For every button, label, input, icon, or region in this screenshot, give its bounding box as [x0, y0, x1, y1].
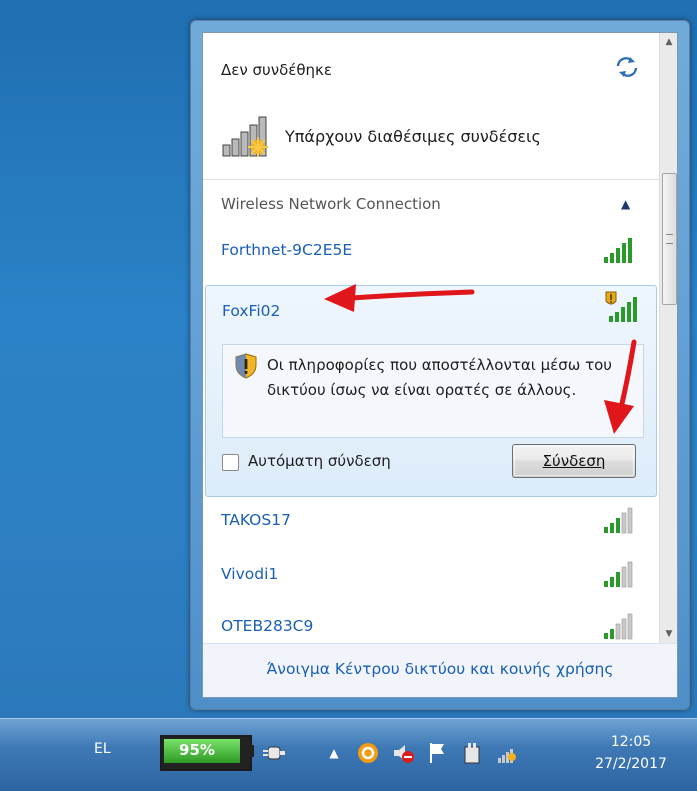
footer: Άνοιγμα Κέντρου δικτύου και κοινής χρήση…	[203, 643, 677, 697]
connect-button[interactable]: Σύνδεση	[512, 444, 636, 478]
signal-medium-icon	[604, 507, 633, 534]
refresh-icon[interactable]	[613, 55, 641, 79]
network-name: FoxFi02	[222, 302, 281, 320]
section-title: Wireless Network Connection	[221, 195, 441, 213]
network-center-link[interactable]: Άνοιγμα Κέντρου δικτύου και κοινής χρήση…	[203, 660, 677, 678]
warning-text: Οι πληροφορίες που αποστέλλονται μέσω το…	[267, 356, 612, 399]
clock-date: 27/2/2017	[595, 756, 667, 772]
scroll-up-icon[interactable]: ▲	[660, 33, 677, 51]
power-plug-icon[interactable]	[262, 741, 286, 765]
signal-medium-icon	[604, 561, 633, 588]
volume-muted-icon[interactable]	[392, 741, 416, 765]
scroll-down-icon[interactable]: ▼	[660, 625, 677, 643]
availability-text: Υπάρχουν διαθέσιμες συνδέσεις	[285, 127, 541, 146]
network-name: Forthnet-9C2E5E	[221, 241, 353, 259]
network-available-icon[interactable]	[496, 741, 520, 765]
battery-meter[interactable]: 95%	[160, 735, 254, 771]
network-item-vivodi1[interactable]: Vivodi1	[203, 553, 659, 597]
network-name: TAKOS17	[221, 511, 291, 529]
network-name: Vivodi1	[221, 565, 279, 583]
shield-warning-icon	[235, 353, 257, 379]
network-panel: Δεν συνδέθηκε Υπάρχουν διαθέσιμες συνδέσ…	[202, 32, 678, 698]
action-center-flag-icon[interactable]	[426, 741, 450, 765]
auto-connect-checkbox[interactable]	[222, 454, 239, 471]
collapse-up-icon[interactable]: ▲	[621, 197, 630, 211]
battery-nub	[248, 745, 254, 757]
network-item-takos17[interactable]: TAKOS17	[203, 499, 659, 543]
divider	[203, 179, 659, 180]
signal-low-icon	[604, 613, 633, 640]
clock-time: 12:05	[610, 734, 652, 750]
signal-full-icon	[604, 238, 632, 263]
grip-icon	[666, 234, 673, 244]
network-item-forthnet[interactable]: Forthnet-9C2E5E	[203, 229, 659, 273]
wifi-available-icon	[222, 116, 268, 157]
auto-connect-label: Αυτόματη σύνδεση	[248, 452, 391, 470]
orange-app-icon[interactable]	[356, 741, 380, 765]
scrollbar[interactable]: ▲ ▼	[659, 33, 677, 643]
clock[interactable]: 12:05 27/2/2017	[576, 731, 686, 775]
network-flyout: Δεν συνδέθηκε Υπάρχουν διαθέσιμες συνδέσ…	[190, 20, 690, 710]
show-hidden-icons-icon[interactable]: ▲	[322, 741, 346, 765]
language-indicator[interactable]: EL	[94, 741, 111, 757]
device-icon[interactable]	[460, 741, 484, 765]
network-name: OTEB283C9	[221, 617, 314, 635]
connection-status: Δεν συνδέθηκε	[221, 61, 332, 79]
security-warning: Οι πληροφορίες που αποστέλλονται μέσω το…	[222, 344, 644, 438]
battery-percent: 95%	[179, 741, 215, 759]
taskbar: EL 95% ▲ 12:05 27/2/2017	[0, 718, 697, 791]
signal-unsecured-icon	[605, 291, 637, 322]
scrollbar-thumb[interactable]	[662, 173, 677, 305]
network-item-foxfi02-expanded[interactable]: FoxFi02 Οι πληροφορίες που αποστέλλονται…	[205, 285, 657, 497]
